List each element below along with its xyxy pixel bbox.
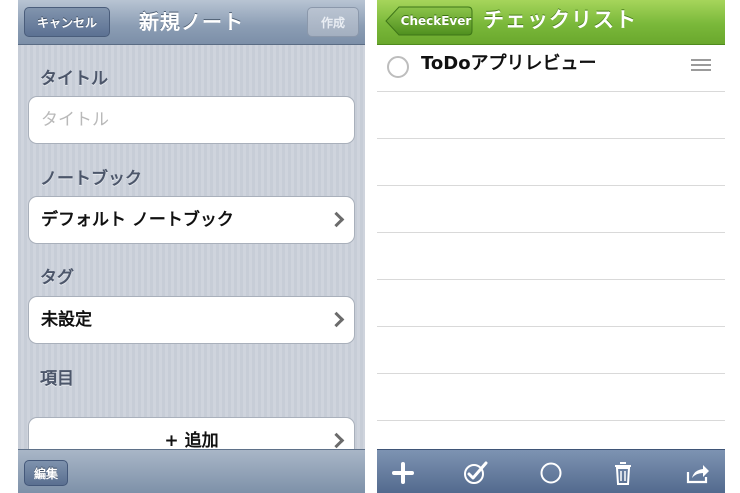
circle-icon[interactable]	[537, 459, 565, 487]
tag-value: 未設定	[41, 310, 92, 330]
empty-row	[377, 139, 725, 186]
tag-section-label: タグ	[40, 268, 74, 288]
page-title: チェックリスト	[483, 8, 637, 32]
empty-row	[377, 280, 725, 327]
title-field[interactable]: タイトル	[28, 96, 355, 144]
notebook-row[interactable]: デフォルト ノートブック	[28, 196, 355, 244]
edit-button[interactable]: 編集	[24, 460, 68, 486]
new-note-toolbar: 編集	[18, 449, 365, 493]
new-note-screen: 新規ノート キャンセル 作成 タイトル タイトル ノートブック デフォルト ノー…	[18, 0, 365, 493]
empty-row	[377, 421, 725, 449]
reorder-grip-icon[interactable]	[691, 59, 711, 73]
items-section-label: 項目	[40, 369, 74, 389]
empty-row	[377, 374, 725, 421]
plus-icon[interactable]	[389, 459, 417, 487]
unchecked-circle-icon[interactable]	[387, 56, 409, 78]
back-button[interactable]: CheckEver	[385, 6, 473, 36]
list-item[interactable]: ToDoアプリレビュー	[377, 45, 725, 92]
new-note-navbar: 新規ノート キャンセル 作成	[18, 0, 365, 45]
title-section-label: タイトル	[40, 69, 108, 89]
chevron-right-icon	[328, 211, 345, 228]
notebook-value: デフォルト ノートブック	[41, 210, 234, 230]
title-placeholder: タイトル	[41, 110, 109, 130]
notebook-section-label: ノートブック	[40, 169, 142, 189]
checklist-navbar: CheckEver チェックリスト	[377, 0, 725, 45]
empty-row	[377, 233, 725, 280]
checklist-toolbar	[377, 449, 725, 493]
checkmark-circle-icon[interactable]	[461, 459, 489, 487]
create-button[interactable]: 作成	[307, 7, 359, 37]
cancel-button[interactable]: キャンセル	[24, 7, 110, 37]
list-item-label: ToDoアプリレビュー	[421, 53, 597, 74]
chevron-right-icon	[328, 311, 345, 328]
trash-icon[interactable]	[609, 459, 637, 487]
share-icon[interactable]	[683, 459, 711, 487]
back-button-label: CheckEver	[400, 14, 472, 28]
empty-row	[377, 186, 725, 233]
empty-row	[377, 327, 725, 374]
checklist-screen: CheckEver チェックリスト ToDoアプリレビュー	[377, 0, 725, 493]
tag-row[interactable]: 未設定	[28, 296, 355, 344]
empty-row	[377, 92, 725, 139]
